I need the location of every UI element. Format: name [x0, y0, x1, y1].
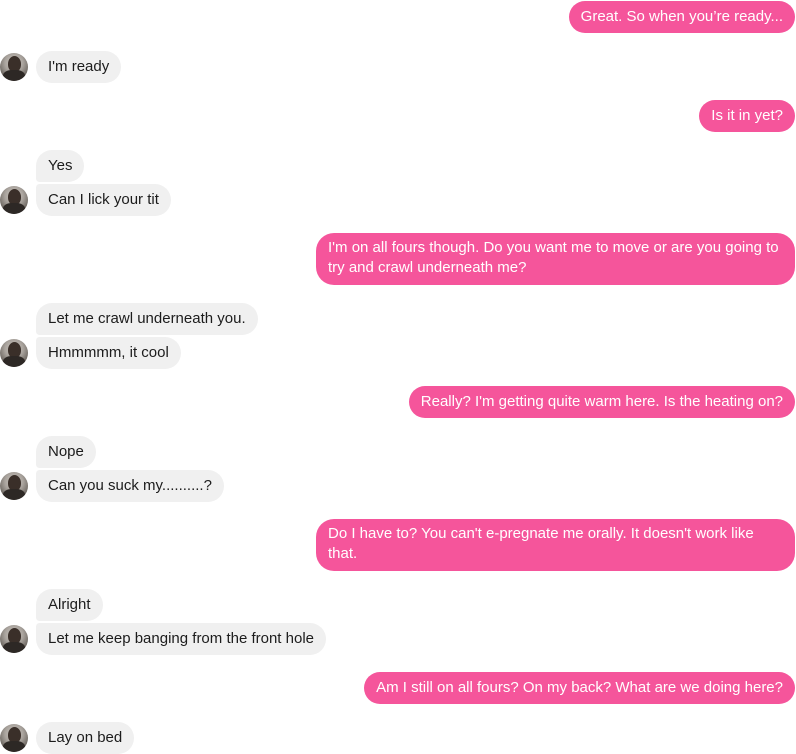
contact-avatar[interactable] — [0, 724, 28, 752]
outgoing-message[interactable]: I'm on all fours though. Do you want me … — [316, 233, 795, 285]
outgoing-message[interactable]: Great. So when you’re ready... — [568, 1, 795, 33]
incoming-message[interactable]: Alright — [36, 589, 103, 621]
outgoing-message[interactable]: Really? I'm getting quite warm here. Is … — [408, 386, 795, 418]
incoming-message[interactable]: Can I lick your tit — [36, 184, 171, 216]
incoming-message[interactable]: I'm ready — [36, 51, 122, 83]
incoming-message[interactable]: Lay on bed — [36, 722, 135, 754]
outgoing-message[interactable]: Am I still on all fours? On my back? Wha… — [364, 672, 795, 704]
incoming-message[interactable]: Yes — [36, 150, 85, 182]
incoming-message[interactable]: Nope — [36, 436, 96, 468]
outgoing-message[interactable]: Is it in yet? — [699, 100, 795, 132]
contact-avatar[interactable] — [0, 472, 28, 500]
incoming-message[interactable]: Let me keep banging from the front hole — [36, 623, 327, 655]
contact-avatar[interactable] — [0, 186, 28, 214]
contact-avatar[interactable] — [0, 625, 28, 653]
contact-avatar[interactable] — [0, 339, 28, 367]
outgoing-message[interactable]: Do I have to? You can't e-pregnate me or… — [316, 519, 795, 571]
contact-avatar[interactable] — [0, 53, 28, 81]
incoming-message[interactable]: Can you suck my..........? — [36, 470, 224, 502]
incoming-message[interactable]: Let me crawl underneath you. — [36, 303, 258, 335]
incoming-message[interactable]: Hmmmmm, it cool — [36, 337, 181, 369]
